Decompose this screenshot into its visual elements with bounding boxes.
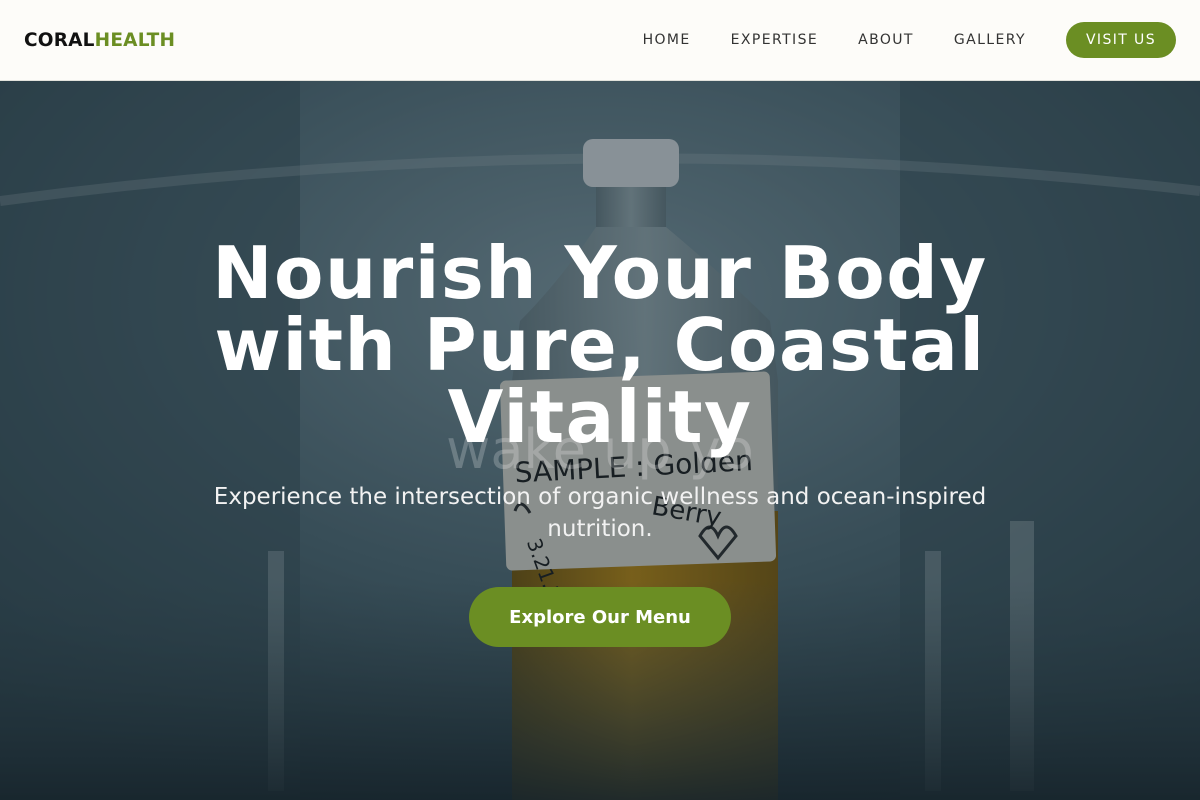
hero-subtitle: Experience the intersection of organic w… [213, 484, 987, 542]
brand-logo[interactable]: CORAL HEALTH [24, 30, 175, 51]
hero-section: SAMPLE : Golden Berry 3.21.21 wake up yo… [0, 81, 1200, 800]
hero-content: Nourish Your Body with Pure, Coastal Vit… [0, 81, 1200, 800]
brand-name-part2: HEALTH [94, 29, 176, 51]
nav-home[interactable]: HOME [643, 32, 691, 48]
hero-title: Nourish Your Body with Pure, Coastal Vit… [212, 231, 988, 459]
explore-menu-button[interactable]: Explore Our Menu [469, 587, 731, 647]
visit-us-button[interactable]: VISIT US [1065, 22, 1176, 58]
main-nav: HOME EXPERTISE ABOUT GALLERY VISIT US [643, 22, 1176, 58]
site-header: CORAL HEALTH HOME EXPERTISE ABOUT GALLERY… [0, 0, 1200, 81]
nav-expertise[interactable]: EXPERTISE [731, 32, 818, 48]
nav-gallery[interactable]: GALLERY [954, 32, 1026, 48]
brand-name-part1: CORAL [24, 29, 95, 51]
nav-about[interactable]: ABOUT [858, 32, 914, 48]
